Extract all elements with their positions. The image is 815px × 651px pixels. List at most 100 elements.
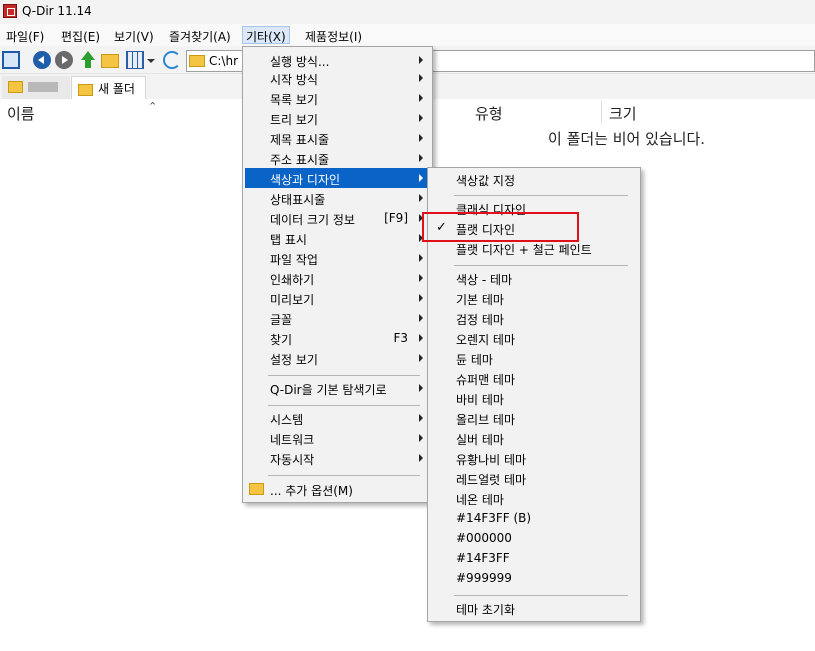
forward-icon[interactable]	[55, 51, 73, 69]
submenu-arrow-icon	[419, 94, 423, 102]
view-mode-icon[interactable]	[126, 51, 144, 69]
menu-item-label: #999999	[456, 571, 512, 585]
menu-item-start-mode[interactable]: 시작 방식	[245, 68, 430, 88]
submenu-arrow-icon	[419, 334, 423, 342]
menu-item-preview[interactable]: 미리보기	[245, 288, 430, 308]
menu-separator	[268, 475, 420, 476]
menu-item-list-view[interactable]: 목록 보기	[245, 88, 430, 108]
menu-item-label: 미리보기	[270, 293, 315, 307]
menu-item-olive-theme[interactable]: 올리브 테마	[430, 408, 638, 428]
menu-item-label: #14F3FF (B)	[456, 511, 532, 525]
menu-item-label: 색상과 디자인	[270, 173, 341, 187]
menu-item-network[interactable]: 네트워크	[245, 428, 430, 448]
menu-item-label: #000000	[456, 531, 512, 545]
menu-favorites[interactable]: 즐겨찾기(A)	[165, 26, 235, 44]
menu-item-label: 데이터 크기 정보	[270, 213, 355, 227]
menu-item-label: ... 추가 옵션(M)	[270, 484, 353, 498]
menu-item-address-bar[interactable]: 주소 표시줄	[245, 148, 430, 168]
menu-item-color-999999[interactable]: #999999	[430, 568, 638, 588]
tab-label: 새 폴더	[98, 82, 135, 96]
menu-file[interactable]: 파일(F)	[2, 26, 48, 44]
menu-item-label: 유황나비 테마	[456, 453, 527, 467]
menu-item-label: 올리브 테마	[456, 413, 516, 427]
menu-item-tree-view[interactable]: 트리 보기	[245, 108, 430, 128]
menu-item-default-explorer[interactable]: Q-Dir을 기본 탐색기로	[245, 378, 430, 398]
shortcut-label: F3	[393, 331, 408, 345]
folder-icon	[249, 483, 264, 495]
submenu-arrow-icon	[419, 314, 423, 322]
address-path[interactable]: C:\hr	[209, 54, 238, 68]
menu-item-superman-theme[interactable]: 슈퍼맨 테마	[430, 368, 638, 388]
menu-item-orange-theme[interactable]: 오렌지 테마	[430, 328, 638, 348]
menu-item-tab-display[interactable]: 탭 표시	[245, 228, 430, 248]
menu-item-autostart[interactable]: 자동시작	[245, 448, 430, 468]
menu-item-neon-theme[interactable]: 네온 테마	[430, 488, 638, 508]
menu-item-red-alert-theme[interactable]: 레드얼럿 테마	[430, 468, 638, 488]
menu-item-reset-theme[interactable]: 테마 초기화	[430, 598, 638, 618]
menu-item-font[interactable]: 글꼴	[245, 308, 430, 328]
menu-item-print[interactable]: 인쇄하기	[245, 268, 430, 288]
menu-item-silver-theme[interactable]: 실버 테마	[430, 428, 638, 448]
menu-item-color-14f3ff[interactable]: #14F3FF	[430, 548, 638, 568]
menu-item-default-theme[interactable]: 기본 테마	[430, 288, 638, 308]
back-icon[interactable]	[33, 51, 51, 69]
menu-item-black-theme[interactable]: 검정 테마	[430, 308, 638, 328]
menu-item-run-mode[interactable]: 실행 방식...	[245, 50, 430, 70]
menu-separator	[268, 405, 420, 406]
menu-item-system[interactable]: 시스템	[245, 408, 430, 428]
up-folder-icon[interactable]	[79, 51, 97, 69]
menu-item-label: 글꼴	[270, 313, 293, 327]
submenu-arrow-icon	[419, 134, 423, 142]
refresh-icon[interactable]	[163, 51, 181, 69]
tab-blurred[interactable]	[2, 76, 70, 99]
column-name[interactable]: 이름	[7, 103, 35, 124]
menu-separator	[454, 195, 628, 196]
menu-item-dune-theme[interactable]: 듄 테마	[430, 348, 638, 368]
menu-item-color-theme[interactable]: 색상 - 테마	[430, 268, 638, 288]
menu-item-find[interactable]: 찾기 F3	[245, 328, 430, 348]
menu-other[interactable]: 기타(X)	[242, 26, 290, 44]
menu-item-color-000000[interactable]: #000000	[430, 528, 638, 548]
menu-item-label: 파일 작업	[270, 253, 318, 267]
menu-item-color-14f3ff-b[interactable]: #14F3FF (B)	[430, 508, 638, 528]
column-type[interactable]: 유형	[475, 103, 503, 124]
window-title: Q-Dir 11.14	[22, 4, 92, 18]
submenu-arrow-icon	[419, 274, 423, 282]
menu-product-info[interactable]: 제품정보(I)	[301, 26, 366, 44]
folder-icon	[78, 83, 93, 96]
menu-item-file-operations[interactable]: 파일 작업	[245, 248, 430, 268]
folder-icon	[8, 80, 23, 93]
submenu-arrow-icon	[419, 384, 423, 392]
panel-layout-icon[interactable]	[2, 51, 20, 69]
submenu-arrow-icon	[419, 56, 423, 64]
column-size[interactable]: 크기	[609, 103, 637, 124]
tab-new-folder[interactable]: 새 폴더	[71, 76, 146, 99]
menu-item-settings-view[interactable]: 설정 보기	[245, 348, 430, 368]
menu-view[interactable]: 보기(V)	[110, 26, 158, 44]
submenu-arrow-icon	[419, 74, 423, 82]
submenu-arrow-icon	[419, 194, 423, 202]
menu-item-title-bar[interactable]: 제목 표시줄	[245, 128, 430, 148]
sort-ascending-icon: ⌃	[148, 100, 158, 113]
menu-item-label: 주소 표시줄	[270, 153, 330, 167]
menu-item-color-design[interactable]: 색상과 디자인	[245, 168, 430, 188]
submenu-arrow-icon	[419, 154, 423, 162]
menu-item-label: 시작 방식	[270, 73, 318, 87]
new-folder-icon[interactable]	[101, 54, 119, 68]
menu-item-brimstone-theme[interactable]: 유황나비 테마	[430, 448, 638, 468]
menu-item-set-color-value[interactable]: 색상값 지정	[430, 169, 638, 189]
menu-item-label: 레드얼럿 테마	[456, 473, 527, 487]
app-icon	[3, 4, 17, 18]
menu-item-more-options[interactable]: ... 추가 옵션(M)	[245, 479, 430, 499]
folder-icon	[189, 55, 205, 67]
menu-item-status-bar[interactable]: 상태표시줄	[245, 188, 430, 208]
column-divider[interactable]	[601, 100, 602, 124]
menu-item-barbie-theme[interactable]: 바비 테마	[430, 388, 638, 408]
submenu-arrow-icon	[419, 294, 423, 302]
submenu-arrow-icon	[419, 454, 423, 462]
menu-item-data-size-info[interactable]: 데이터 크기 정보 [F9]	[245, 208, 430, 228]
menu-item-label: 실버 테마	[456, 433, 504, 447]
menu-edit[interactable]: 편집(E)	[57, 26, 104, 44]
view-dropdown-caret-icon[interactable]	[147, 59, 155, 63]
submenu-arrow-icon	[419, 434, 423, 442]
